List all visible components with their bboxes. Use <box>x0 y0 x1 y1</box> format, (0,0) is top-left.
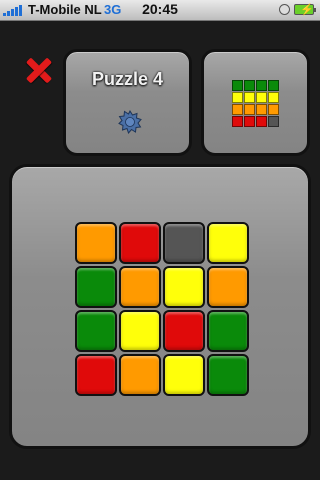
tile-yellow[interactable] <box>163 266 205 308</box>
status-bar: T-Mobile NL 3G 20:45 ⚡ <box>0 0 320 21</box>
tile-green[interactable] <box>75 310 117 352</box>
tile-yellow[interactable] <box>163 354 205 396</box>
tile-red[interactable] <box>75 354 117 396</box>
tile-green[interactable] <box>75 266 117 308</box>
battery-icon: ⚡ <box>294 4 316 16</box>
preview-cell-green <box>244 80 255 91</box>
close-icon[interactable] <box>22 55 56 85</box>
tile-yellow[interactable] <box>119 310 161 352</box>
preview-cell-red <box>232 116 243 127</box>
tile-orange[interactable] <box>119 266 161 308</box>
tile-green[interactable] <box>207 354 249 396</box>
game-screen: Puzzle 4 <box>0 21 320 480</box>
tile-empty[interactable] <box>163 222 205 264</box>
tile-orange[interactable] <box>75 222 117 264</box>
preview-cell-yellow <box>256 92 267 103</box>
tile-orange[interactable] <box>119 354 161 396</box>
tile-red[interactable] <box>119 222 161 264</box>
preview-cell-green <box>268 80 279 91</box>
preview-cell-empty <box>268 116 279 127</box>
tile-orange[interactable] <box>207 266 249 308</box>
puzzle-title-panel: Puzzle 4 <box>63 49 192 156</box>
tile-red[interactable] <box>163 310 205 352</box>
board-panel <box>9 164 311 449</box>
puzzle-board <box>75 222 251 398</box>
preview-cell-green <box>256 80 267 91</box>
preview-cell-green <box>232 80 243 91</box>
network-type: 3G <box>104 2 122 17</box>
preview-cell-yellow <box>232 92 243 103</box>
signal-strength-icon <box>3 5 25 16</box>
preview-cell-red <box>256 116 267 127</box>
alarm-icon <box>279 4 290 15</box>
target-preview-grid <box>232 80 280 128</box>
gear-badge-icon <box>118 110 142 134</box>
preview-cell-yellow <box>244 92 255 103</box>
preview-cell-orange <box>268 104 279 115</box>
target-preview-panel[interactable] <box>201 49 310 156</box>
preview-cell-orange <box>256 104 267 115</box>
tile-yellow[interactable] <box>207 222 249 264</box>
preview-cell-yellow <box>268 92 279 103</box>
puzzle-title: Puzzle 4 <box>91 69 164 89</box>
preview-cell-orange <box>232 104 243 115</box>
preview-cell-red <box>244 116 255 127</box>
preview-cell-orange <box>244 104 255 115</box>
carrier-name: T-Mobile NL <box>28 2 102 17</box>
tile-green[interactable] <box>207 310 249 352</box>
